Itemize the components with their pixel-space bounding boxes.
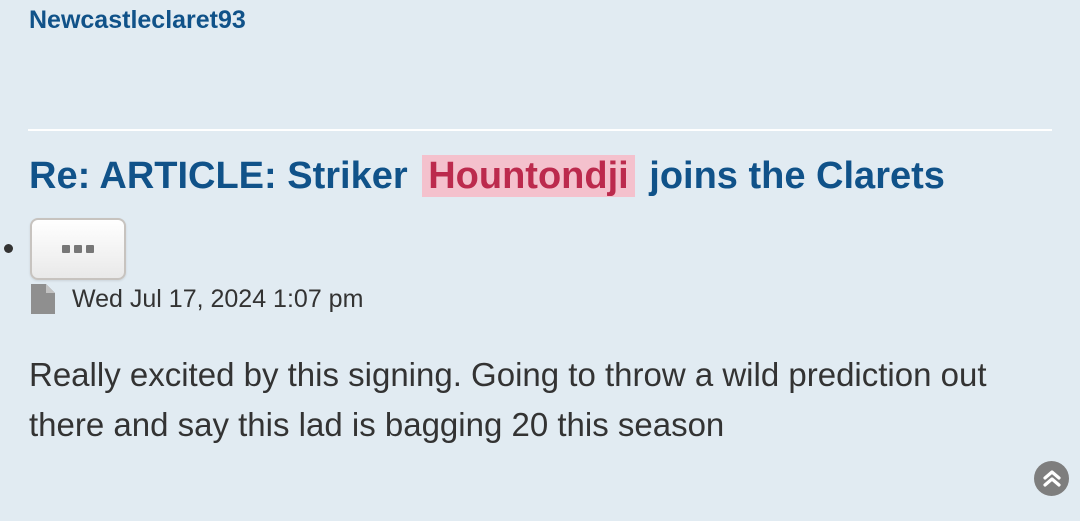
post-title[interactable]: Re: ARTICLE: Striker Hountondji joins th…: [29, 152, 945, 200]
post-author-link[interactable]: Newcastleclaret93: [29, 4, 246, 36]
post-meta: Wed Jul 17, 2024 1:07 pm: [31, 283, 363, 315]
file-icon[interactable]: [31, 284, 55, 314]
post-title-highlight[interactable]: Hountondji: [422, 155, 635, 197]
post-date: Wed Jul 17, 2024 1:07 pm: [72, 285, 364, 313]
forum-post: Newcastleclaret93 Re: ARTICLE: Striker H…: [0, 0, 1080, 521]
back-to-top-button[interactable]: [1034, 461, 1069, 496]
chevron-up-circle-icon: [1042, 469, 1061, 487]
post-title-suffix[interactable]: joins the Clarets: [649, 155, 945, 197]
post-title-prefix[interactable]: Re: ARTICLE: Striker: [29, 155, 408, 197]
post-options-button[interactable]: [30, 218, 126, 280]
ellipsis-icon: [62, 245, 94, 253]
divider: [28, 129, 1052, 131]
list-bullet: [4, 244, 13, 253]
post-content: Really excited by this signing. Going to…: [29, 356, 987, 443]
